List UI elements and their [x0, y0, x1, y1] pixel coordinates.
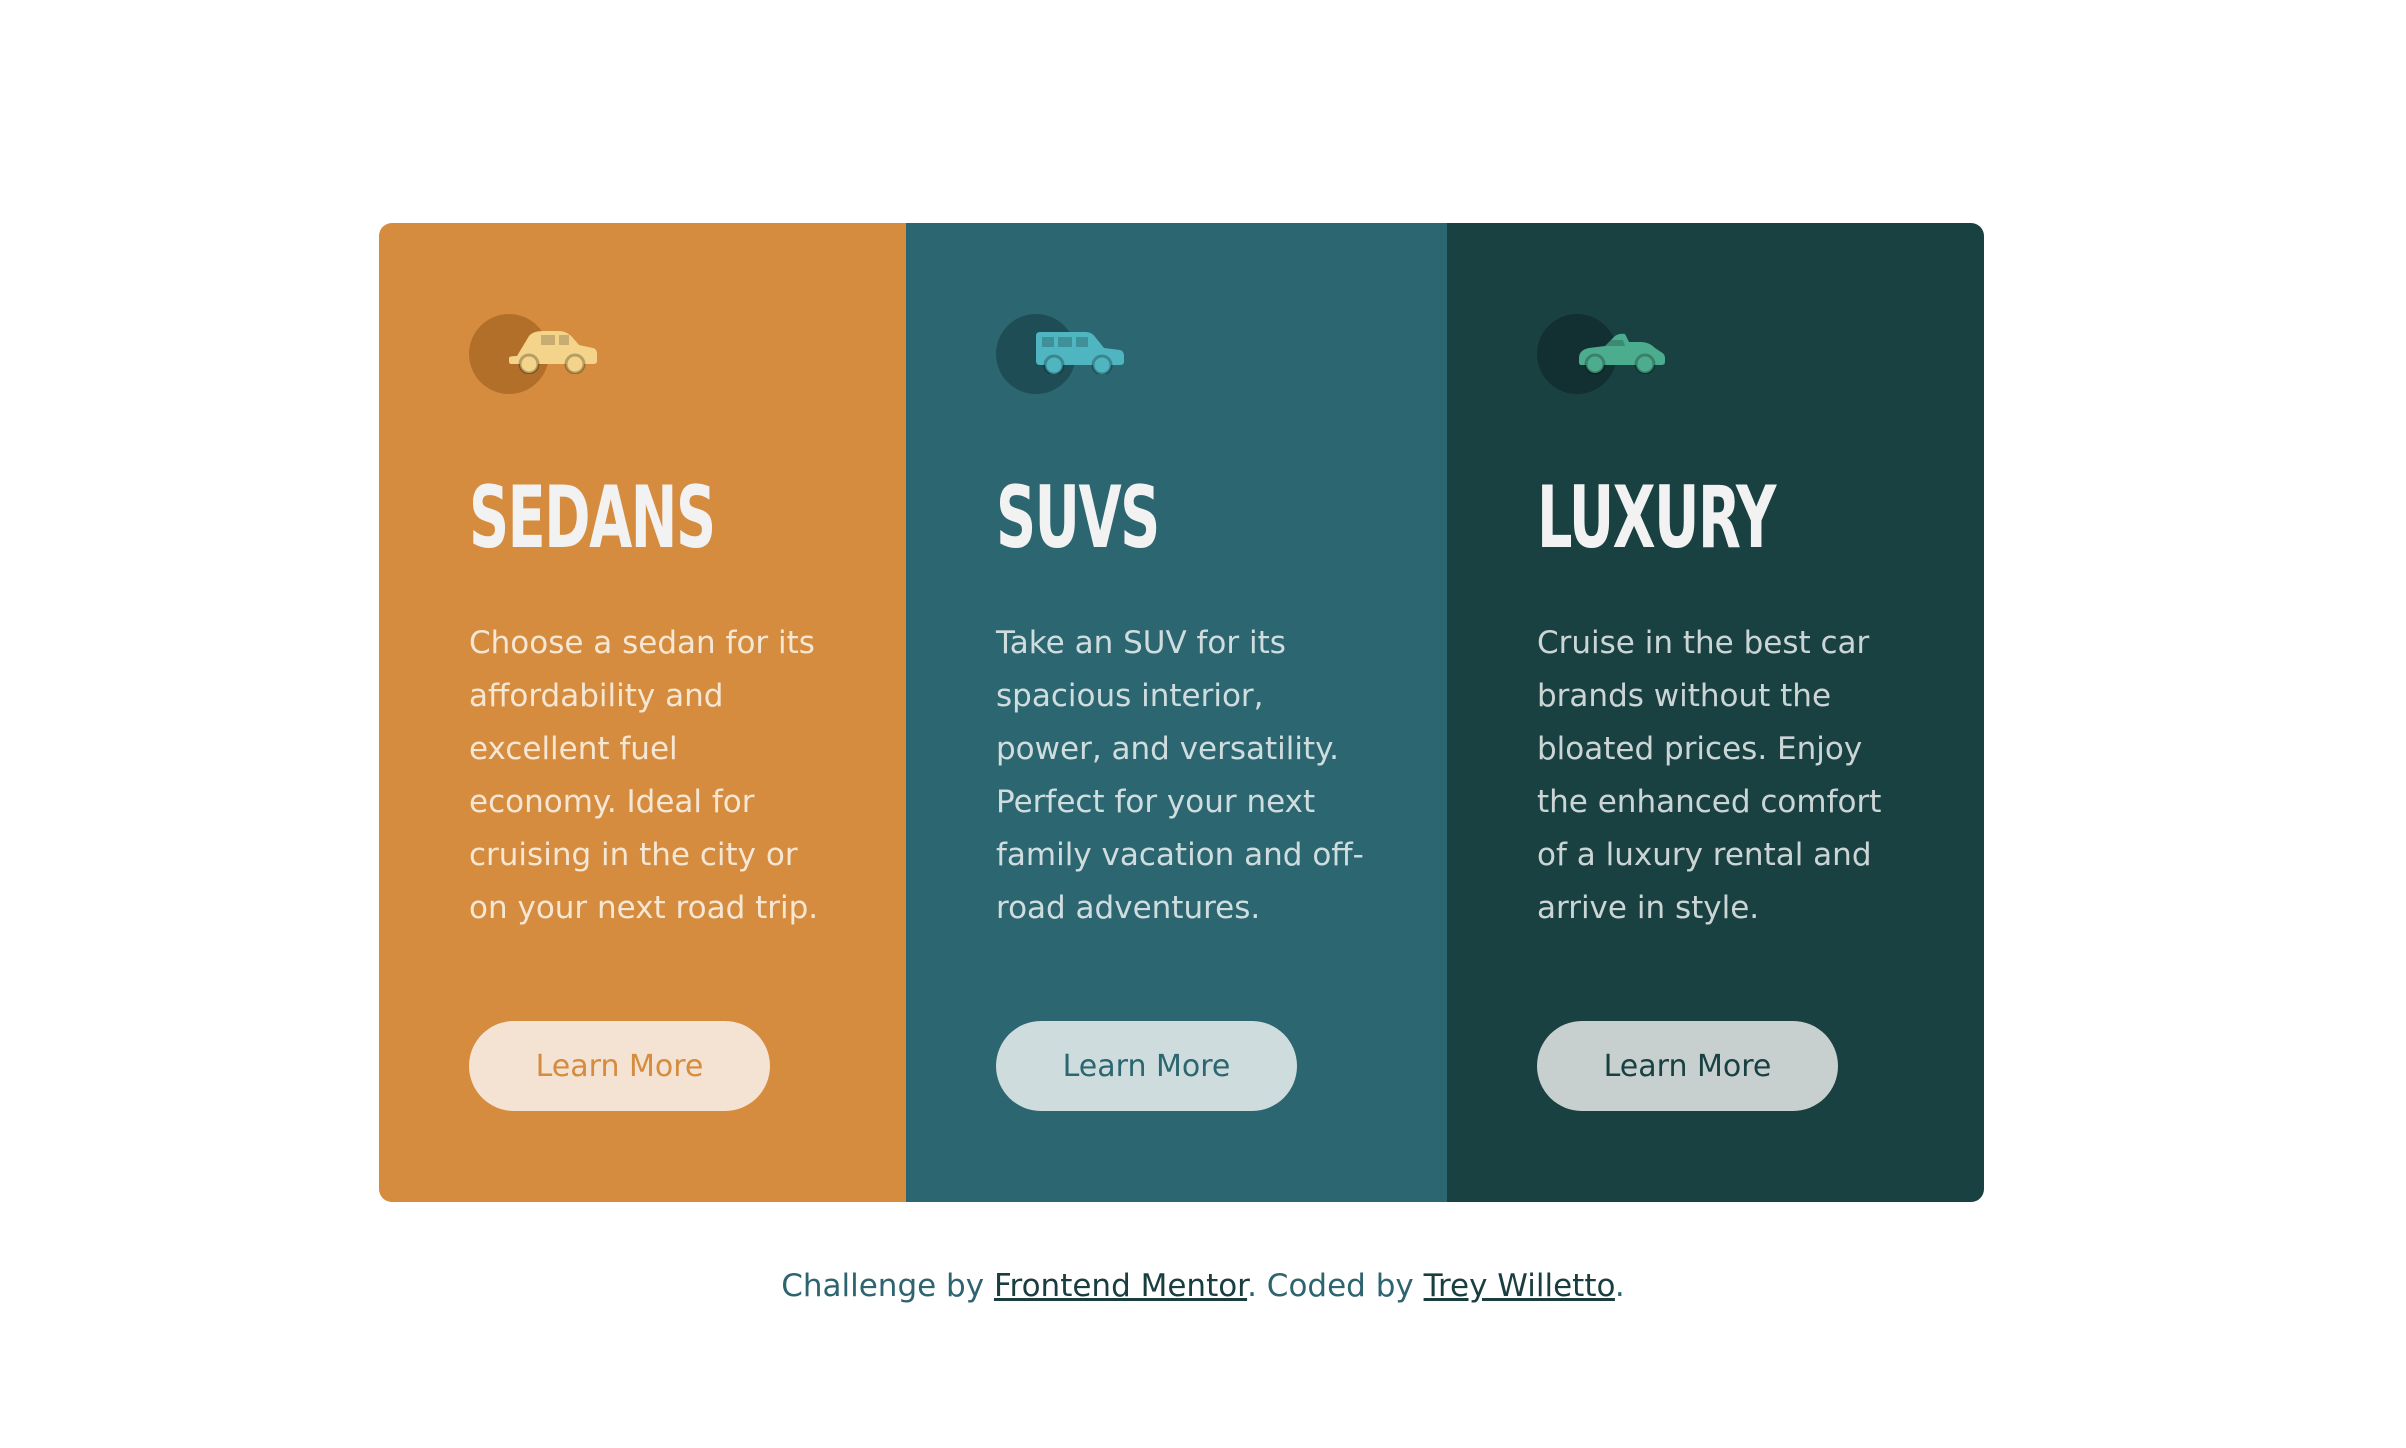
card-title: LUXURY: [1537, 468, 1776, 568]
footer-prefix: Challenge by: [781, 1268, 994, 1304]
author-link[interactable]: Trey Willetto: [1424, 1268, 1615, 1304]
attribution-footer: Challenge by Frontend Mentor. Coded by T…: [0, 1268, 2406, 1304]
learn-more-button-luxury[interactable]: Learn More: [1537, 1021, 1838, 1111]
footer-middle: . Coded by: [1247, 1268, 1424, 1304]
card-icon-wrap: [996, 314, 1126, 396]
suv-car-icon: [1036, 332, 1124, 374]
card-container: SEDANS Choose a sedan for its affordabil…: [379, 223, 1984, 1202]
card-luxury: LUXURY Cruise in the best car brands wit…: [1447, 223, 1984, 1202]
learn-more-button-suvs[interactable]: Learn More: [996, 1021, 1297, 1111]
footer-suffix: .: [1614, 1268, 1625, 1304]
card-description: Take an SUV for its spacious interior, p…: [996, 625, 1364, 926]
card-title: SUVS: [996, 468, 1160, 568]
card-icon-wrap: [1537, 314, 1667, 396]
card-description: Cruise in the best car brands without th…: [1537, 625, 1882, 926]
learn-more-button-sedans[interactable]: Learn More: [469, 1021, 770, 1111]
frontend-mentor-link[interactable]: Frontend Mentor: [994, 1268, 1247, 1304]
luxury-car-icon: [1579, 333, 1665, 374]
card-sedans: SEDANS Choose a sedan for its affordabil…: [379, 223, 906, 1202]
card-title: SEDANS: [469, 468, 716, 568]
card-description: Choose a sedan for its affordability and…: [469, 625, 819, 926]
card-icon-wrap: [469, 314, 599, 396]
card-suvs: SUVS Take an SUV for its spacious interi…: [906, 223, 1447, 1202]
sedan-car-icon: [509, 331, 597, 374]
